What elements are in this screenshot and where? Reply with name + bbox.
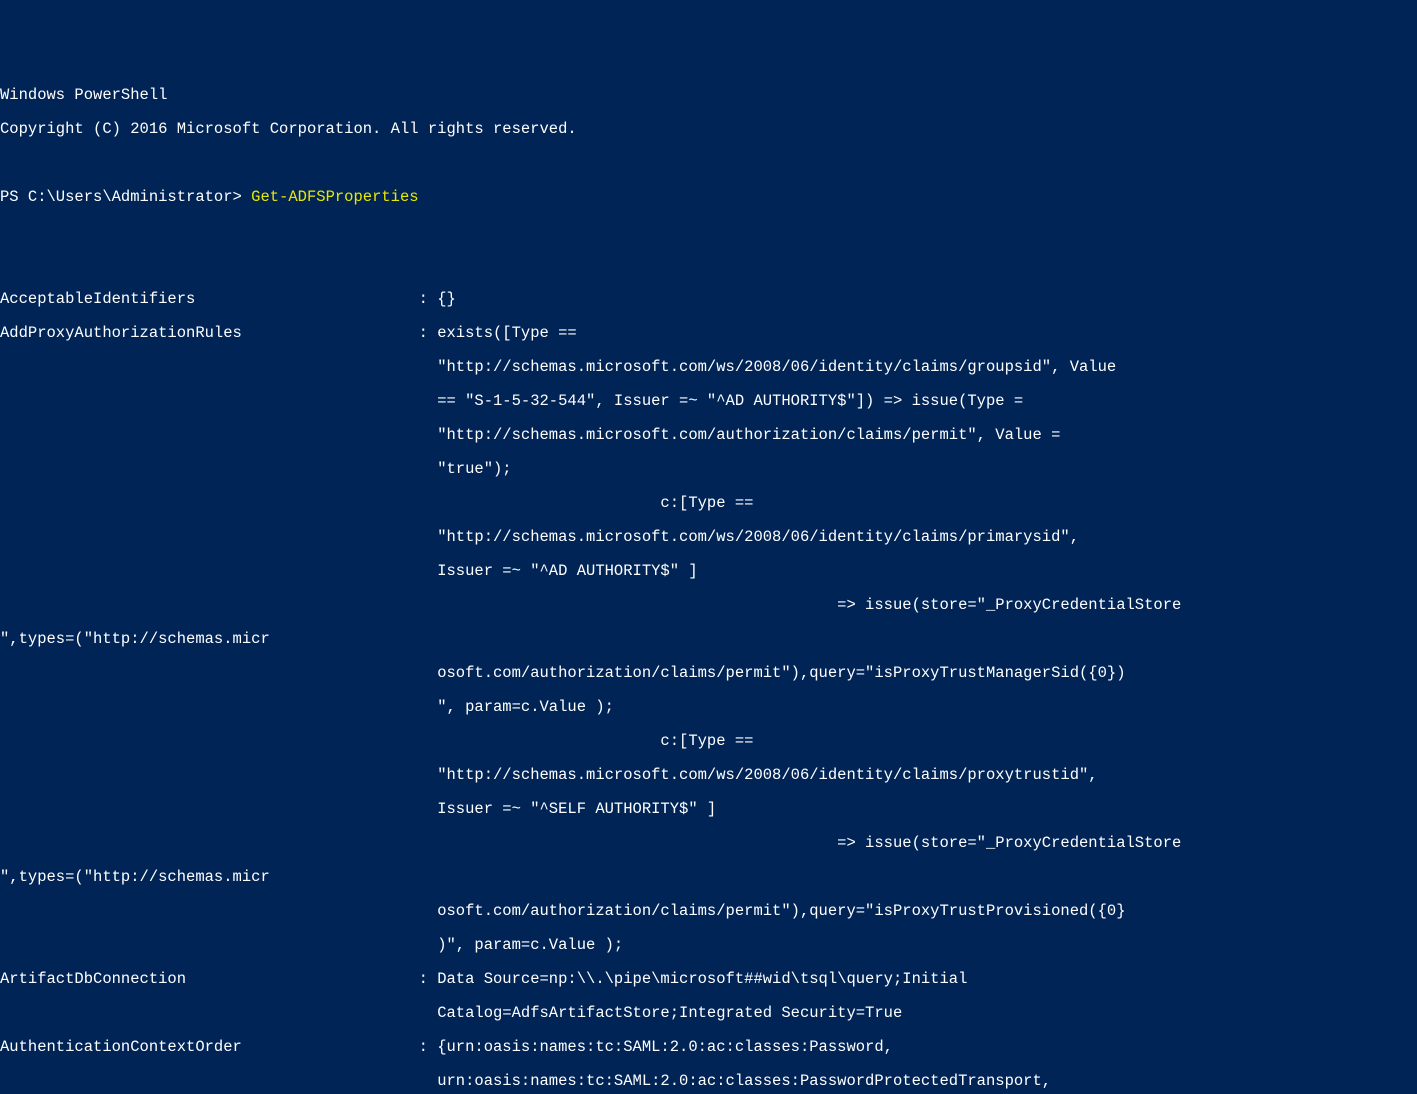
powershell-terminal[interactable]: Windows PowerShell Copyright (C) 2016 Mi… (0, 68, 1417, 1094)
output-line: AuthenticationContextOrder : {urn:oasis:… (0, 1039, 1417, 1056)
prompt-command: Get-ADFSProperties (251, 188, 418, 206)
output-line: ", param=c.Value ); (0, 699, 1417, 716)
output-line: == "S-1-5-32-544", Issuer =~ "^AD AUTHOR… (0, 393, 1417, 410)
output-line: Catalog=AdfsArtifactStore;Integrated Sec… (0, 1005, 1417, 1022)
header-copyright: Copyright (C) 2016 Microsoft Corporation… (0, 121, 1417, 138)
output-line: "http://schemas.microsoft.com/ws/2008/06… (0, 767, 1417, 784)
output-line: ",types=("http://schemas.micr (0, 631, 1417, 648)
key-add-proxy-auth-rules: AddProxyAuthorizationRules (0, 324, 409, 342)
output-line: Issuer =~ "^AD AUTHORITY$" ] (0, 563, 1417, 580)
output-line: Issuer =~ "^SELF AUTHORITY$" ] (0, 801, 1417, 818)
prompt-line[interactable]: PS C:\Users\Administrator> Get-ADFSPrope… (0, 189, 1417, 206)
output-line: "http://schemas.microsoft.com/ws/2008/06… (0, 359, 1417, 376)
output-line: urn:oasis:names:tc:SAML:2.0:ac:classes:P… (0, 1073, 1417, 1090)
output-line: c:[Type == (0, 495, 1417, 512)
output-line: c:[Type == (0, 733, 1417, 750)
key-auth-context-order: AuthenticationContextOrder (0, 1038, 409, 1056)
output-line: AcceptableIdentifiers : {} (0, 291, 1417, 308)
output-line: AddProxyAuthorizationRules : exists([Typ… (0, 325, 1417, 342)
prompt-prefix: PS C:\Users\Administrator> (0, 188, 251, 206)
output-line: ",types=("http://schemas.micr (0, 869, 1417, 886)
output-line: "http://schemas.microsoft.com/ws/2008/06… (0, 529, 1417, 546)
output-line: )", param=c.Value ); (0, 937, 1417, 954)
output-line: osoft.com/authorization/claims/permit"),… (0, 665, 1417, 682)
output-line: => issue(store="_ProxyCredentialStore (0, 597, 1417, 614)
output-line: ArtifactDbConnection : Data Source=np:\\… (0, 971, 1417, 988)
output-line: => issue(store="_ProxyCredentialStore (0, 835, 1417, 852)
output-line: "http://schemas.microsoft.com/authorizat… (0, 427, 1417, 444)
header-title: Windows PowerShell (0, 87, 1417, 104)
key-acceptable-identifiers: AcceptableIdentifiers (0, 290, 409, 308)
key-artifact-db-connection: ArtifactDbConnection (0, 970, 409, 988)
output-line: osoft.com/authorization/claims/permit"),… (0, 903, 1417, 920)
output-line: "true"); (0, 461, 1417, 478)
